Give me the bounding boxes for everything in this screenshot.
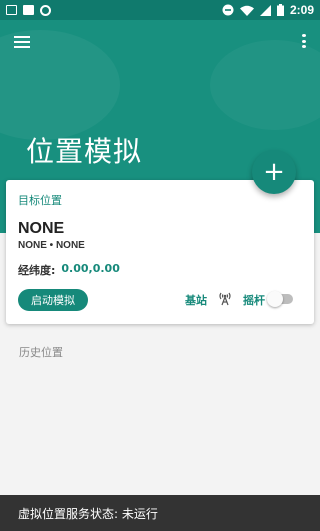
coordinates-row: 经纬度: 0.00,0.00 — [18, 262, 120, 278]
joystick-label: 摇杆 — [243, 294, 265, 307]
toggle-knob — [267, 291, 283, 307]
target-location-card: 目标位置 NONE NONE • NONE 经纬度: 0.00,0.00 启动模… — [6, 180, 314, 324]
service-status-text: 虚拟位置服务状态: 未运行 — [18, 506, 158, 521]
cell-tower-icon[interactable] — [217, 290, 233, 306]
base-station-label[interactable]: 基站 — [185, 292, 207, 308]
square-icon — [23, 5, 34, 15]
location-name: NONE — [18, 220, 65, 237]
status-bar: 2:09 — [0, 0, 320, 20]
add-location-button[interactable]: + — [252, 150, 296, 194]
signal-icon — [259, 4, 271, 16]
circle-icon — [40, 4, 51, 16]
minus-circle-icon — [222, 4, 234, 16]
start-simulation-button[interactable]: 启动模拟 — [18, 289, 88, 311]
status-time: 2:09 — [289, 3, 314, 17]
service-status-snackbar: 虚拟位置服务状态: 未运行 — [0, 495, 320, 531]
card-title: 目标位置 — [18, 194, 62, 207]
wifi-icon — [239, 5, 254, 16]
coordinates-label: 经纬度: — [18, 264, 56, 277]
coordinates-value: 0.00,0.00 — [61, 262, 120, 275]
joystick-toggle[interactable] — [267, 291, 293, 307]
image-icon — [6, 5, 17, 15]
location-subtitle: NONE • NONE — [18, 240, 85, 251]
history-section-title: 历史位置 — [19, 346, 63, 359]
more-vertical-icon[interactable] — [302, 34, 306, 48]
battery-icon — [276, 4, 284, 16]
page-title: 位置模拟 — [26, 135, 143, 168]
hamburger-menu-icon[interactable] — [14, 36, 30, 48]
